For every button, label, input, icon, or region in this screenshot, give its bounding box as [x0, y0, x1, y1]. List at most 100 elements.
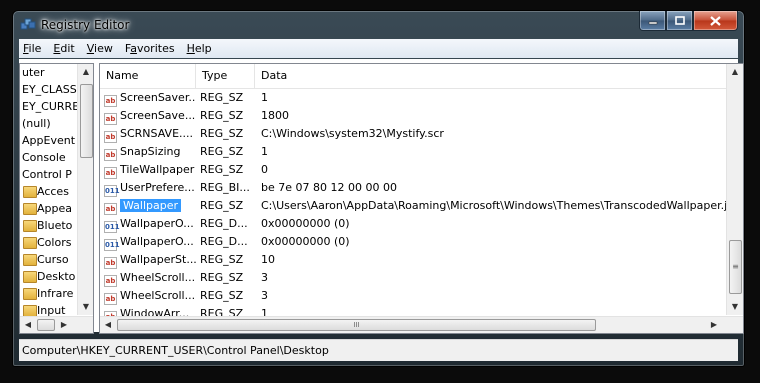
tree-scroll-thumb[interactable]: [80, 84, 93, 158]
tree-horizontal-scrollbar[interactable]: ◀ ▶: [20, 316, 93, 333]
value-name: ScreenSave...: [120, 109, 196, 122]
value-name-cell: ab TileWallpaper: [104, 161, 196, 179]
value-type: REG_BI...: [200, 181, 250, 194]
column-data[interactable]: Data: [255, 64, 726, 88]
column-name[interactable]: Name: [100, 64, 196, 88]
list-scroll-up-arrow[interactable]: ▲: [727, 64, 743, 80]
tree-item[interactable]: Colors: [20, 234, 78, 251]
menu-file[interactable]: File: [23, 42, 41, 55]
value-name-cell: 011UserPrefere...: [104, 179, 196, 197]
tree-scroll-up-arrow[interactable]: ▲: [78, 64, 93, 80]
tree-item[interactable]: EY_CURRE: [20, 98, 78, 115]
client-area: uter EY_CLASSI EY_CURRE (null) AppEvent Conso…: [19, 59, 744, 334]
menu-view[interactable]: View: [87, 42, 113, 55]
value-type: REG_SZ: [200, 109, 244, 122]
list-horizontal-scrollbar[interactable]: ◀ III ▶: [100, 316, 743, 333]
tree-item-label: Deskto: [37, 270, 76, 283]
tree-item[interactable]: Console: [20, 149, 78, 166]
tree-item[interactable]: Deskto: [20, 268, 78, 285]
value-data: 1800: [261, 109, 289, 122]
tree-item[interactable]: Infrare: [20, 285, 78, 302]
list-scroll-left-arrow[interactable]: ◀: [100, 317, 116, 333]
tree-item-label: uter: [22, 66, 45, 79]
value-row[interactable]: 011WallpaperO... REG_D... 0x00000000 (0): [100, 215, 726, 233]
list-vertical-scrollbar[interactable]: ▲ ≡ ▼: [726, 64, 743, 315]
value-row[interactable]: ab WheelScroll... REG_SZ 3: [100, 287, 726, 305]
tree-hscroll-thumb[interactable]: [37, 319, 55, 331]
tree-item-label: Appea: [37, 202, 72, 215]
tree-item[interactable]: uter: [20, 64, 78, 81]
list-scroll-right-arrow[interactable]: ▶: [706, 317, 722, 333]
tree-vertical-scrollbar[interactable]: ▲ ▼: [77, 64, 93, 315]
maximize-icon: [674, 16, 685, 25]
tree-item[interactable]: AppEvent: [20, 132, 78, 149]
menu-view-key: V: [86, 42, 95, 55]
list-scroll-down-arrow[interactable]: ▼: [727, 299, 743, 315]
tree-item[interactable]: (null): [20, 115, 78, 132]
status-path: Computer\HKEY_CURRENT_USER\Control Panel…: [22, 344, 329, 357]
value-data: 3: [261, 271, 268, 284]
value-row[interactable]: ab WheelScroll... REG_SZ 3: [100, 269, 726, 287]
tree-item-label: Acces: [37, 185, 69, 198]
tree-item-label: AppEvent: [22, 134, 76, 147]
string-value-icon: ab: [104, 113, 117, 125]
value-row[interactable]: ab TileWallpaper REG_SZ 0: [100, 161, 726, 179]
tree-scroll-left-arrow[interactable]: ◀: [20, 317, 36, 333]
list-header: Name Type Data: [100, 64, 726, 89]
value-name-cell: ab WallpaperSt...: [104, 251, 196, 269]
value-name: WallpaperSt...: [120, 253, 196, 266]
value-row[interactable]: ab ScreenSave... REG_SZ 1800: [100, 107, 726, 125]
value-name-cell: ab ScreenSave...: [104, 107, 196, 125]
menu-help[interactable]: Help: [187, 42, 212, 55]
tree-item[interactable]: Appea: [20, 200, 78, 217]
value-row[interactable]: 011UserPrefere... REG_BI... be 7e 07 80 12…: [100, 179, 726, 197]
list-hscroll-thumb[interactable]: III: [117, 319, 596, 331]
value-name-cell: 011WallpaperO...: [104, 233, 196, 251]
value-name-cell: ab SCRNSAVE....: [104, 125, 196, 143]
value-name-cell: ab WheelScroll...: [104, 287, 196, 305]
column-type[interactable]: Type: [196, 64, 255, 88]
tree-item[interactable]: Acces: [20, 183, 78, 200]
value-data: 0: [261, 163, 268, 176]
string-value-icon: ab: [104, 149, 117, 161]
menu-help-rest: elp: [194, 42, 212, 55]
value-row[interactable]: ab SnapSizing REG_SZ 1: [100, 143, 726, 161]
tree-item[interactable]: Blueto: [20, 217, 78, 234]
value-name: SnapSizing: [120, 145, 181, 158]
value-type: REG_SZ: [200, 289, 244, 302]
value-type: REG_SZ: [200, 91, 244, 104]
value-row[interactable]: ab Wallpaper REG_SZ C:\Users\Aaron\AppData\…: [100, 197, 731, 215]
tree-item-label: Console: [22, 151, 66, 164]
string-value-icon: ab: [104, 95, 117, 107]
value-row[interactable]: ab WallpaperSt... REG_SZ 10: [100, 251, 726, 269]
tree-scroll-down-arrow[interactable]: ▼: [78, 299, 93, 315]
close-button[interactable]: [693, 11, 738, 31]
registry-editor-icon: [20, 18, 36, 30]
value-row[interactable]: 011WallpaperO... REG_D... 0x00000000 (0): [100, 233, 726, 251]
tree-item[interactable]: Control P: [20, 166, 78, 183]
minimize-button[interactable]: [639, 11, 666, 31]
tree-item[interactable]: Curso: [20, 251, 78, 268]
list-scroll-thumb[interactable]: ≡: [729, 240, 742, 294]
tree-item-label: EY_CURRE: [22, 100, 78, 113]
folder-icon: [23, 186, 37, 198]
value-row[interactable]: ab ScreenSaver... REG_SZ 1: [100, 89, 726, 107]
value-type: REG_SZ: [200, 199, 244, 212]
value-data: C:\Users\Aaron\AppData\Roaming\Microsoft…: [261, 199, 731, 212]
maximize-button[interactable]: [666, 11, 693, 31]
value-name: Wallpaper: [120, 199, 182, 212]
title-bar[interactable]: Registry Editor: [13, 11, 744, 38]
value-name-cell: ab ScreenSaver...: [104, 89, 196, 107]
tree-rows: uter EY_CLASSI EY_CURRE (null) AppEvent Conso…: [20, 64, 78, 319]
values-list-pane[interactable]: Name Type Data ab ScreenSaver... REG_SZ 1 ab…: [99, 63, 744, 334]
value-rows: ab ScreenSaver... REG_SZ 1 ab ScreenSave... RE…: [100, 89, 731, 323]
menu-edit[interactable]: Edit: [53, 42, 74, 55]
value-row[interactable]: ab SCRNSAVE.... REG_SZ C:\Windows\system32\…: [100, 125, 726, 143]
window-title: Registry Editor: [41, 18, 130, 32]
value-name: TileWallpaper: [120, 163, 195, 176]
tree-item[interactable]: EY_CLASSI: [20, 81, 78, 98]
value-type: REG_SZ: [200, 271, 244, 284]
menu-favorites[interactable]: Favorites: [125, 42, 175, 55]
tree-scroll-right-arrow[interactable]: ▶: [56, 317, 72, 333]
key-tree-pane[interactable]: uter EY_CLASSI EY_CURRE (null) AppEvent Conso…: [19, 63, 94, 334]
